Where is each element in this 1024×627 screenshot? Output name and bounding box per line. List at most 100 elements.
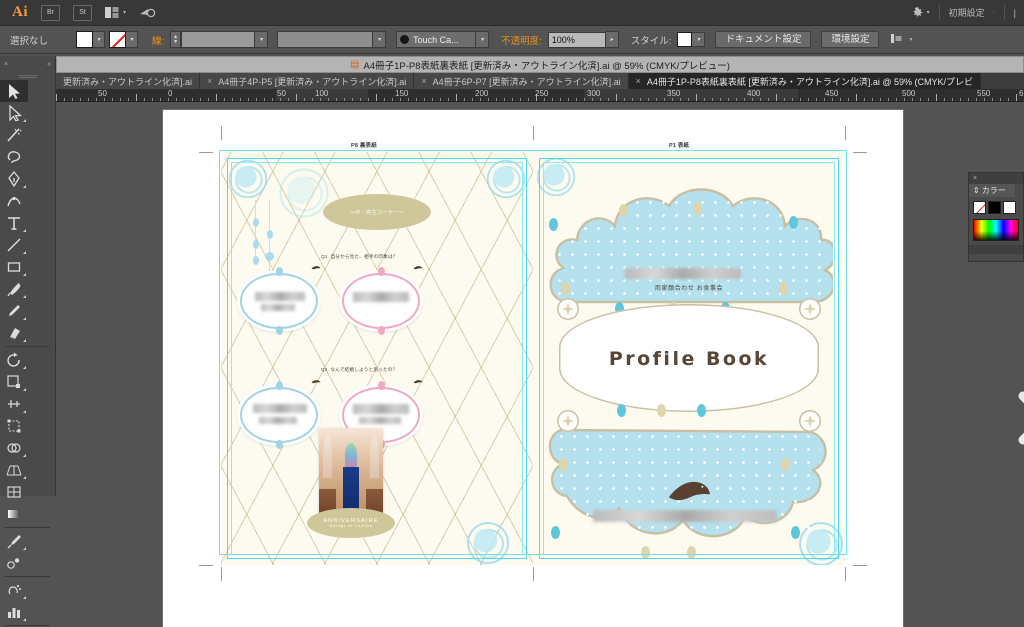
document-tab-4[interactable]: × A4冊子1P-P8表紙裏表紙 [更新済み・アウトライン化済].ai @ 59…	[628, 73, 982, 89]
brush-caret-icon[interactable]: ▾	[476, 31, 490, 48]
workspace-switcher[interactable]: 初期設定	[949, 6, 985, 19]
ruler-shade-left	[56, 89, 276, 101]
brush-definition-combo[interactable]: Touch Ca...	[396, 31, 477, 48]
opacity-caret-icon[interactable]: ▸	[605, 31, 619, 48]
curvature-tool[interactable]	[0, 190, 28, 212]
direct-selection-tool[interactable]	[0, 102, 28, 124]
panel-menu-icon[interactable]: ⇕	[973, 186, 980, 195]
blurred-answer-text	[261, 304, 295, 311]
rectangle-tool[interactable]	[0, 256, 28, 278]
stroke-color-control[interactable]: ▾	[109, 31, 139, 48]
align-caret-icon[interactable]: ▾	[909, 36, 912, 43]
stroke-weight-combo[interactable]	[181, 31, 256, 48]
tools-panel-grip[interactable]	[0, 72, 55, 79]
cover-title: Profile Book	[608, 348, 770, 370]
droplet-ornament	[791, 526, 800, 539]
eyedropper-tool[interactable]	[0, 530, 28, 552]
align-icon[interactable]	[891, 33, 905, 47]
lasso-tool[interactable]	[0, 146, 28, 168]
shape-builder-tool[interactable]	[0, 437, 28, 459]
rotate-tool[interactable]	[0, 349, 28, 371]
scale-tool[interactable]	[0, 371, 28, 393]
ruler-label-13: 6	[1019, 89, 1024, 98]
magic-wand-tool[interactable]	[0, 124, 28, 146]
none-color-swatch[interactable]	[973, 201, 986, 214]
mesh-icon	[7, 486, 21, 498]
selection-tool[interactable]	[0, 80, 28, 102]
document-tab-2[interactable]: × A4冊子4P-P5 [更新済み・アウトライン化済].ai	[200, 73, 415, 89]
symbol-sprayer-tool[interactable]	[0, 579, 28, 601]
stock-search-icon[interactable]	[139, 5, 156, 21]
pencil-tool[interactable]	[0, 300, 28, 322]
color-spectrum-ramp[interactable]	[973, 219, 1019, 241]
stroke-profile-caret-icon[interactable]: ▾	[373, 31, 387, 48]
line-icon	[7, 238, 21, 252]
page-p1-front-cover[interactable]: 両家顔合わせ お食事会 Profile Book	[533, 152, 845, 565]
mesh-tool[interactable]	[0, 481, 28, 503]
blend-icon	[7, 558, 20, 569]
blend-tool[interactable]	[0, 552, 28, 574]
fill-color-control[interactable]: ▾	[76, 31, 106, 48]
free-transform-tool[interactable]	[0, 415, 28, 437]
stroke-swatch[interactable]	[109, 31, 127, 48]
tool-separator	[0, 623, 55, 627]
bridge-button[interactable]: Br	[41, 4, 60, 21]
chevron-right-icon[interactable]	[1011, 390, 1024, 446]
opacity-input[interactable]: 100%	[547, 31, 606, 48]
document-canvas[interactable]: P8 裏表紙 P1 表紙 ～中・高生コーナー～ Q1. 自分から見た、相手の印象…	[56, 102, 1024, 627]
document-tab-1[interactable]: 更新済み・アウトライン化済].ai	[56, 73, 201, 89]
document-tab-4-label: A4冊子1P-P8表紙裏表紙 [更新済み・アウトライン化済].ai @ 59% …	[646, 76, 974, 87]
sync-settings-icon[interactable]	[912, 6, 924, 20]
color-panel-tab[interactable]: ⇕ カラー	[969, 184, 1015, 197]
paintbrush-tool[interactable]	[0, 278, 28, 300]
stroke-weight-stepper[interactable]: ▲ ▼	[170, 31, 182, 48]
eraser-tool[interactable]	[0, 322, 28, 344]
tool-group-indicator	[23, 454, 26, 457]
arrange-documents-button[interactable]: ▾	[105, 5, 126, 21]
type-tool[interactable]	[0, 212, 28, 234]
answer-frame-blue-1[interactable]	[237, 267, 321, 335]
close-icon[interactable]: ×	[636, 76, 641, 86]
section-banner: ～中・高生コーナー～	[323, 194, 431, 230]
tools-panel-close-icon[interactable]: ×	[4, 61, 8, 68]
fill-swatch[interactable]	[76, 31, 94, 48]
style-caret-icon[interactable]: ▾	[692, 32, 706, 47]
color-panel-titlebar[interactable]: ×	[969, 173, 1023, 184]
tools-panel-header[interactable]: × «	[0, 56, 55, 72]
width-tool[interactable]	[0, 393, 28, 415]
workspace-caret-icon[interactable]: ·	[993, 10, 995, 16]
bird-icon	[311, 266, 321, 270]
preferences-button[interactable]: 環境設定	[821, 31, 880, 48]
appbar-overflow[interactable]: |	[1014, 8, 1016, 18]
pen-tool[interactable]	[0, 168, 28, 190]
white-color-swatch[interactable]	[1003, 201, 1016, 214]
circle-ornament	[557, 298, 579, 320]
answer-frame-blue-2[interactable]	[237, 381, 321, 449]
fill-caret-icon[interactable]: ▾	[93, 31, 106, 48]
graphic-style-swatch[interactable]	[677, 32, 693, 47]
stroke-caret-icon[interactable]: ▾	[126, 31, 139, 48]
artboard-sheet[interactable]: P8 裏表紙 P1 表紙 ～中・高生コーナー～ Q1. 自分から見た、相手の印象…	[163, 110, 903, 627]
column-graph-tool[interactable]	[0, 601, 28, 623]
line-segment-tool[interactable]	[0, 234, 28, 256]
ruler-label-1: 0	[168, 89, 173, 98]
color-panel[interactable]: × ⇕ カラー	[968, 172, 1024, 262]
horizontal-ruler[interactable]: 50 0 50 100 150 200 250 300 350 400 450 …	[56, 89, 1024, 102]
document-tab-bar: 更新済み・アウトライン化済].ai × A4冊子4P-P5 [更新済み・アウトラ…	[56, 73, 1024, 89]
droplet-ornament	[657, 404, 666, 417]
close-icon[interactable]: ×	[421, 76, 426, 86]
page-p8-back-cover[interactable]: ～中・高生コーナー～ Q1. 自分から見た、相手の印象は？ Q2. なんで結婚し…	[221, 152, 533, 565]
black-color-swatch[interactable]	[988, 201, 1001, 214]
answer-frame-pink-1[interactable]	[339, 267, 423, 335]
stock-button[interactable]: St	[73, 4, 92, 21]
gradient-tool[interactable]	[0, 503, 28, 525]
perspective-grid-tool[interactable]	[0, 459, 28, 481]
document-setup-button[interactable]: ドキュメント設定	[715, 31, 812, 48]
tool-group-indicator	[23, 388, 26, 391]
stroke-profile-combo[interactable]	[277, 31, 374, 48]
close-icon[interactable]: ×	[973, 175, 977, 182]
stroke-weight-caret-icon[interactable]: ▾	[255, 31, 269, 48]
tools-panel-collapse-icon[interactable]: «	[47, 61, 51, 68]
close-icon[interactable]: ×	[207, 76, 212, 86]
document-tab-3[interactable]: × A4冊子6P-P7 [更新済み・アウトライン化済].ai	[414, 73, 629, 89]
